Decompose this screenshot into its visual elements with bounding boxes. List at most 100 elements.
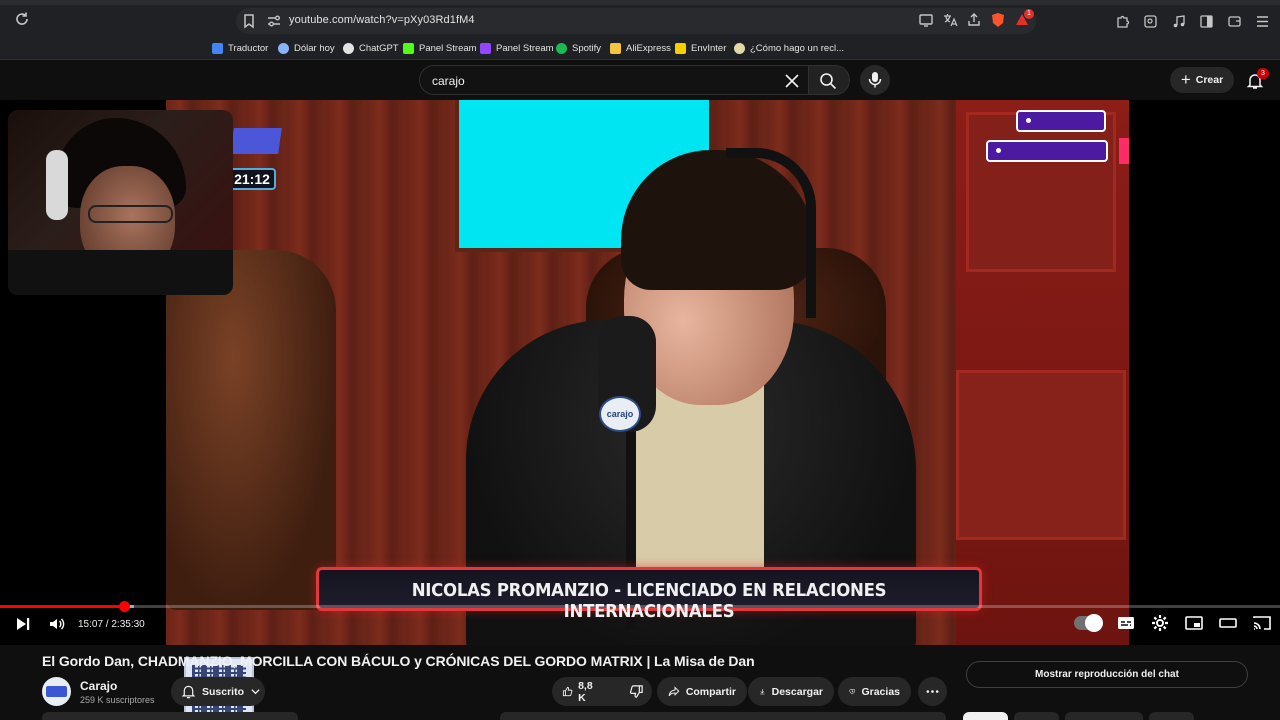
site-settings-icon[interactable]	[266, 13, 282, 29]
browser-actions	[1115, 14, 1270, 29]
bookmark-spotify[interactable]: Spotify	[556, 40, 601, 56]
bookmark-traductor[interactable]: Traductor	[212, 40, 268, 56]
brave-shields-icon[interactable]	[990, 12, 1006, 28]
search-button[interactable]	[808, 65, 850, 95]
video-player[interactable]: carajo 21:12 NICOLAS PROMANZIO - LICENCI…	[0, 100, 1280, 720]
chevron-down-icon	[251, 689, 260, 695]
url-text[interactable]: youtube.com/watch?v=pXy03Rd1fM4	[289, 14, 475, 26]
download-button[interactable]: Descargar	[748, 677, 834, 706]
envinter-icon	[675, 42, 686, 54]
progress-bar[interactable]	[0, 601, 1280, 612]
tab-search-icon[interactable]	[1143, 14, 1158, 29]
description-box-edge	[42, 712, 298, 720]
cast-icon[interactable]	[918, 12, 934, 28]
bookmark-label: ¿Cómo hago un recl...	[750, 42, 844, 54]
show-chat-replay-button[interactable]: Mostrar reproducción del chat	[966, 661, 1248, 688]
wallet-icon[interactable]	[1227, 14, 1242, 29]
thumbs-up-icon	[562, 686, 573, 697]
volume-icon[interactable]	[48, 615, 66, 633]
search-query[interactable]: carajo	[432, 74, 465, 88]
theater-mode-icon[interactable]	[1218, 613, 1238, 633]
extensions-icon[interactable]	[1115, 14, 1130, 29]
youtube-header: carajo + Crear 3	[0, 60, 1280, 100]
lower-third-text: NICOLAS PROMANZIO - LICENCIADO EN RELACI…	[411, 580, 887, 622]
next-video-icon[interactable]	[14, 615, 32, 633]
search-input[interactable]: carajo	[419, 65, 809, 95]
chatgpt-icon	[343, 42, 354, 54]
video-frame[interactable]: carajo 21:12 NICOLAS PROMANZIO - LICENCI…	[166, 100, 1129, 645]
bell-icon	[181, 685, 196, 699]
side-panel-icon[interactable]	[1199, 14, 1214, 29]
like-button[interactable]: 8,8 K	[552, 677, 607, 706]
bookmark-label: Spotify	[572, 42, 602, 54]
bookmark-dolar-hoy[interactable]: Dólar hoy	[278, 40, 335, 56]
share-button[interactable]: Compartir	[657, 677, 747, 706]
spotify-icon	[556, 42, 567, 54]
subscribed-label: Suscrito	[202, 685, 245, 698]
bookmark-label: ChatGPT	[359, 42, 399, 54]
bookmark-icon[interactable]	[240, 12, 258, 30]
super-thanks-icon	[849, 689, 855, 695]
channel-name[interactable]: Carajo	[80, 679, 117, 693]
bookmark-label: Panel Stream	[419, 42, 477, 54]
plus-icon: +	[1180, 69, 1191, 89]
chat-overlay-message	[1016, 110, 1106, 132]
like-dislike-group: 8,8 K	[552, 677, 652, 706]
like-count: 8,8 K	[578, 679, 593, 704]
chip[interactable]	[1065, 712, 1143, 720]
webcam-glasses	[88, 205, 173, 223]
more-horizontal-icon	[926, 690, 939, 693]
folder-icon	[610, 42, 621, 54]
notifications-button[interactable]: 3	[1246, 68, 1269, 90]
microphone-icon	[867, 71, 883, 89]
share-icon	[668, 686, 680, 697]
translate-icon[interactable]	[942, 12, 958, 28]
bookmark-envinter[interactable]: EnvInter	[675, 40, 726, 56]
settings-gear-icon[interactable]	[1150, 613, 1170, 633]
url-row: youtube.com/watch?v=pXy03Rd1fM4 1	[0, 6, 1280, 34]
cast-to-tv-icon[interactable]	[1252, 613, 1272, 633]
leather-chair	[166, 250, 336, 610]
chip[interactable]	[1149, 712, 1194, 720]
bookmark-aliexpress[interactable]: AliExpress	[610, 40, 671, 56]
miniplayer-icon[interactable]	[1184, 613, 1204, 633]
bookmark-panel-stream-kick[interactable]: Panel Stream	[403, 40, 477, 56]
share-page-icon[interactable]	[966, 12, 982, 28]
dislike-button[interactable]	[619, 677, 654, 706]
brave-rewards-icon[interactable]: 1	[1014, 9, 1034, 28]
more-actions-button[interactable]	[918, 677, 947, 706]
bookmark-como-hago[interactable]: ¿Cómo hago un recl...	[734, 40, 844, 56]
chip-all[interactable]	[963, 712, 1008, 720]
menu-icon[interactable]	[1255, 14, 1270, 29]
autoplay-toggle[interactable]	[1074, 614, 1103, 632]
voice-search-button[interactable]	[860, 65, 890, 95]
clear-search-icon[interactable]	[782, 71, 802, 91]
channel-avatar[interactable]	[42, 677, 71, 706]
reload-icon[interactable]	[14, 11, 30, 27]
stream-logo	[230, 112, 292, 160]
bookmark-favicon	[212, 42, 223, 54]
media-controls-icon[interactable]	[1171, 14, 1186, 29]
webcam-microphone	[108, 260, 178, 290]
chat-overlay-accent	[1119, 138, 1129, 164]
wall-panel	[966, 112, 1116, 272]
address-bar[interactable]: youtube.com/watch?v=pXy03Rd1fM4 1	[236, 8, 1036, 34]
create-button[interactable]: + Crear	[1170, 67, 1234, 93]
thumbs-down-icon	[629, 685, 643, 698]
tab-strip	[0, 0, 1280, 5]
scrubber-handle[interactable]	[119, 601, 131, 612]
bookmark-label: Dólar hoy	[294, 42, 335, 54]
notifications-badge: 3	[1257, 68, 1269, 79]
browser-toolbar: youtube.com/watch?v=pXy03Rd1fM4 1	[0, 0, 1280, 36]
chip[interactable]	[1014, 712, 1059, 720]
subtitles-icon[interactable]	[1116, 613, 1136, 633]
download-icon	[760, 689, 765, 695]
bookmark-chatgpt[interactable]: ChatGPT	[343, 40, 399, 56]
create-label: Crear	[1195, 74, 1224, 86]
thanks-button[interactable]: Gracias	[838, 677, 911, 706]
subscribed-button[interactable]: Suscrito	[171, 677, 265, 706]
played-bar	[0, 605, 125, 608]
bookmark-label: EnvInter	[691, 42, 727, 54]
bookmark-label: Traductor	[228, 42, 269, 54]
bookmark-panel-stream-twitch[interactable]: Panel Stream	[480, 40, 554, 56]
